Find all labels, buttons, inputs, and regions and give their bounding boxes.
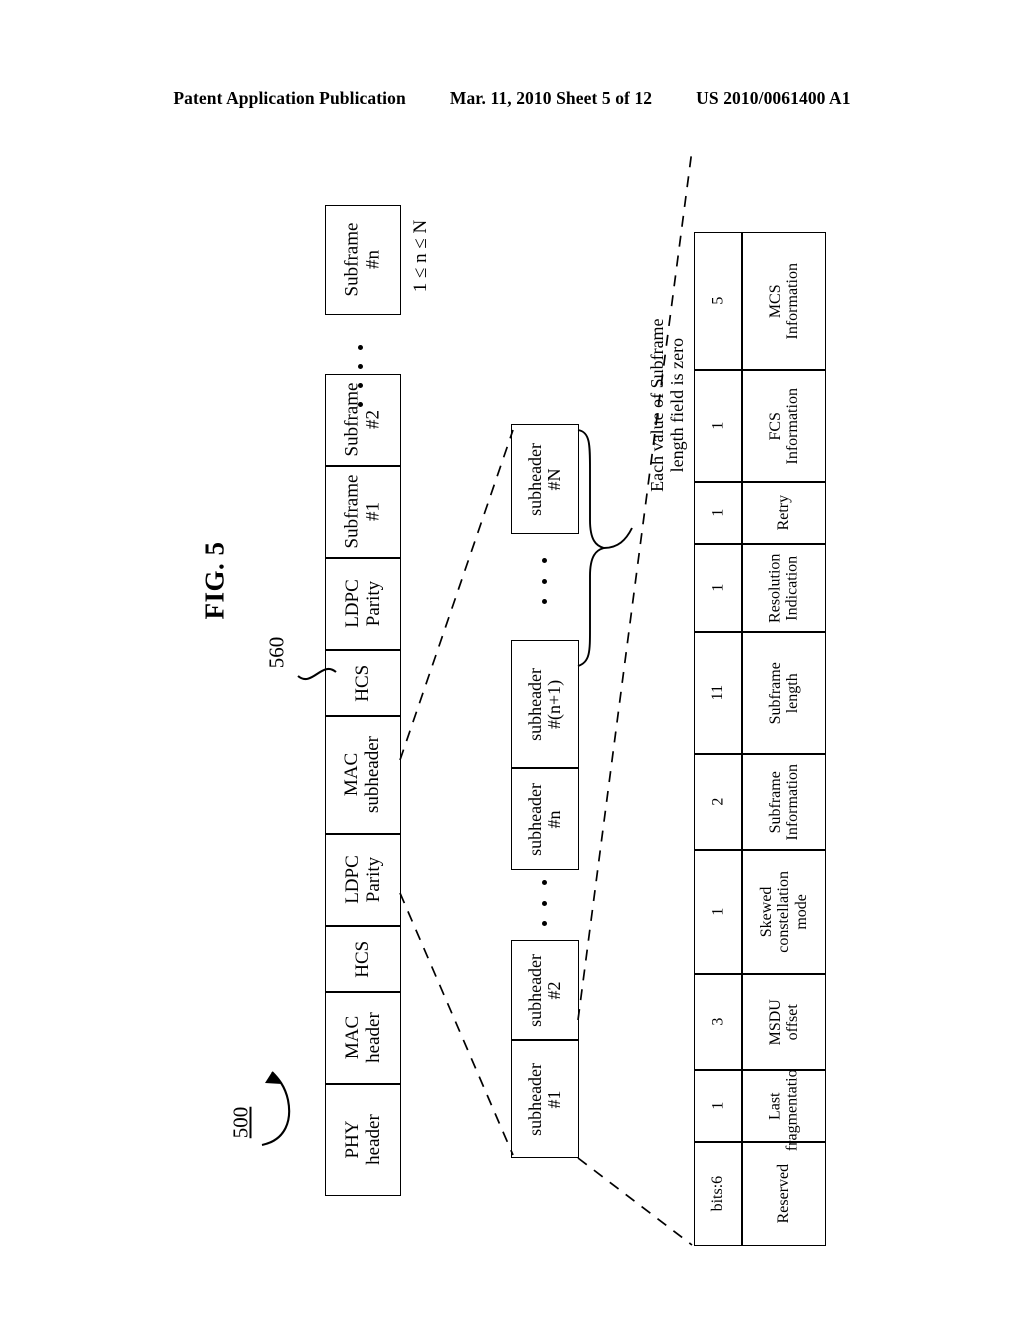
leader-560 [297,668,337,680]
brace-leader [603,527,633,549]
patent-drawing-sheet: Patent Application Publication Mar. 11, … [0,0,1024,1320]
leader-500-arrowhead [265,1072,282,1084]
dashed-line-subheader-lower [399,892,514,1156]
subframe-zero-brace [577,429,605,667]
dashed-line-subheader-upper [399,429,514,761]
dashed-line-fieldtable-upper [577,149,693,1021]
leader-lines-overlay [261,149,693,1246]
dashed-line-fieldtable-lower [577,1157,693,1246]
